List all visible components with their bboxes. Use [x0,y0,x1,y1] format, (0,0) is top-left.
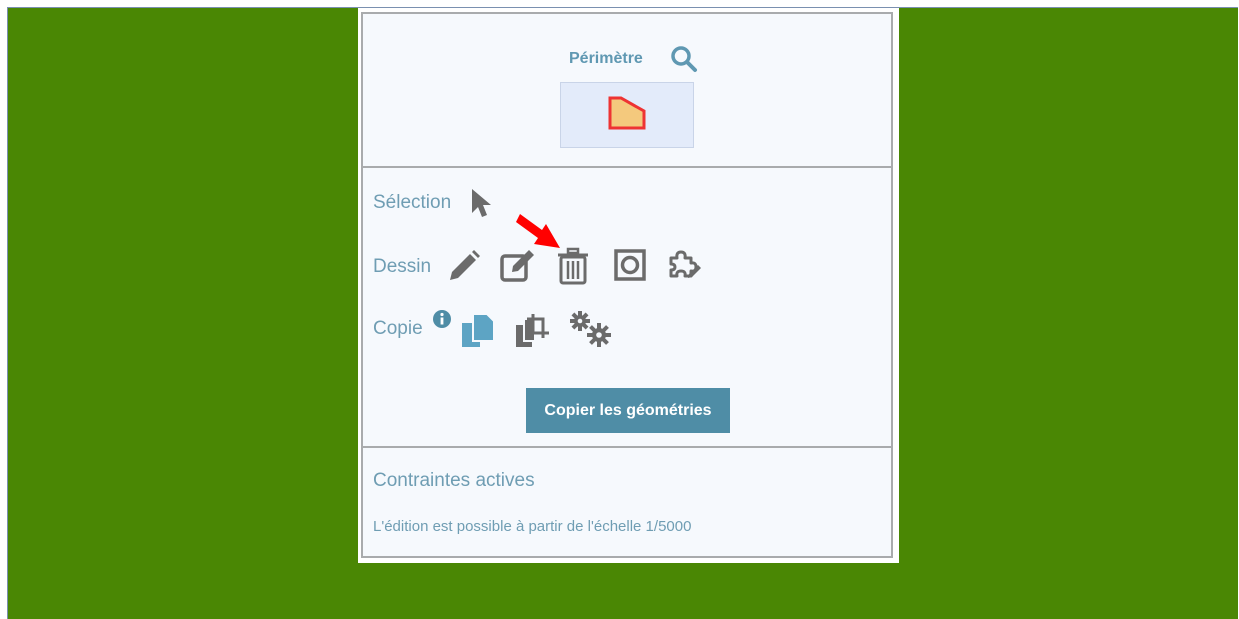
copy-geometries-button[interactable]: Copier les géométries [526,388,730,433]
square-ring-icon[interactable] [613,248,647,287]
info-icon[interactable] [432,309,452,334]
copy-icon[interactable] [459,311,497,356]
drawing-label: Dessin [373,256,432,277]
edit-square-icon[interactable] [499,248,537,289]
puzzle-edit-icon[interactable] [666,248,702,287]
polygon-icon [608,96,646,130]
cursor-arrow-icon[interactable] [469,187,495,224]
constraints-text: L'édition est possible à partir de l'éch… [373,518,692,535]
perimetre-title: Périmètre [569,50,643,67]
edition-panel: Périmètre Sélection Dessin Copie Copier … [361,12,893,558]
selection-label: Sélection [373,192,452,213]
tools-section: Sélection Dessin Copie Copier les géomét… [363,168,891,446]
gears-icon[interactable] [567,309,613,354]
search-icon[interactable] [669,44,699,79]
section-divider [363,446,891,448]
constraints-title: Contraintes actives [373,470,535,491]
copy-label: Copie [373,318,423,339]
annotation-arrow-icon [516,214,560,248]
pencil-icon[interactable] [446,248,482,289]
perimetre-button[interactable] [560,82,694,148]
perimetre-section: Périmètre [363,14,891,166]
copy-crop-icon[interactable] [513,311,551,356]
